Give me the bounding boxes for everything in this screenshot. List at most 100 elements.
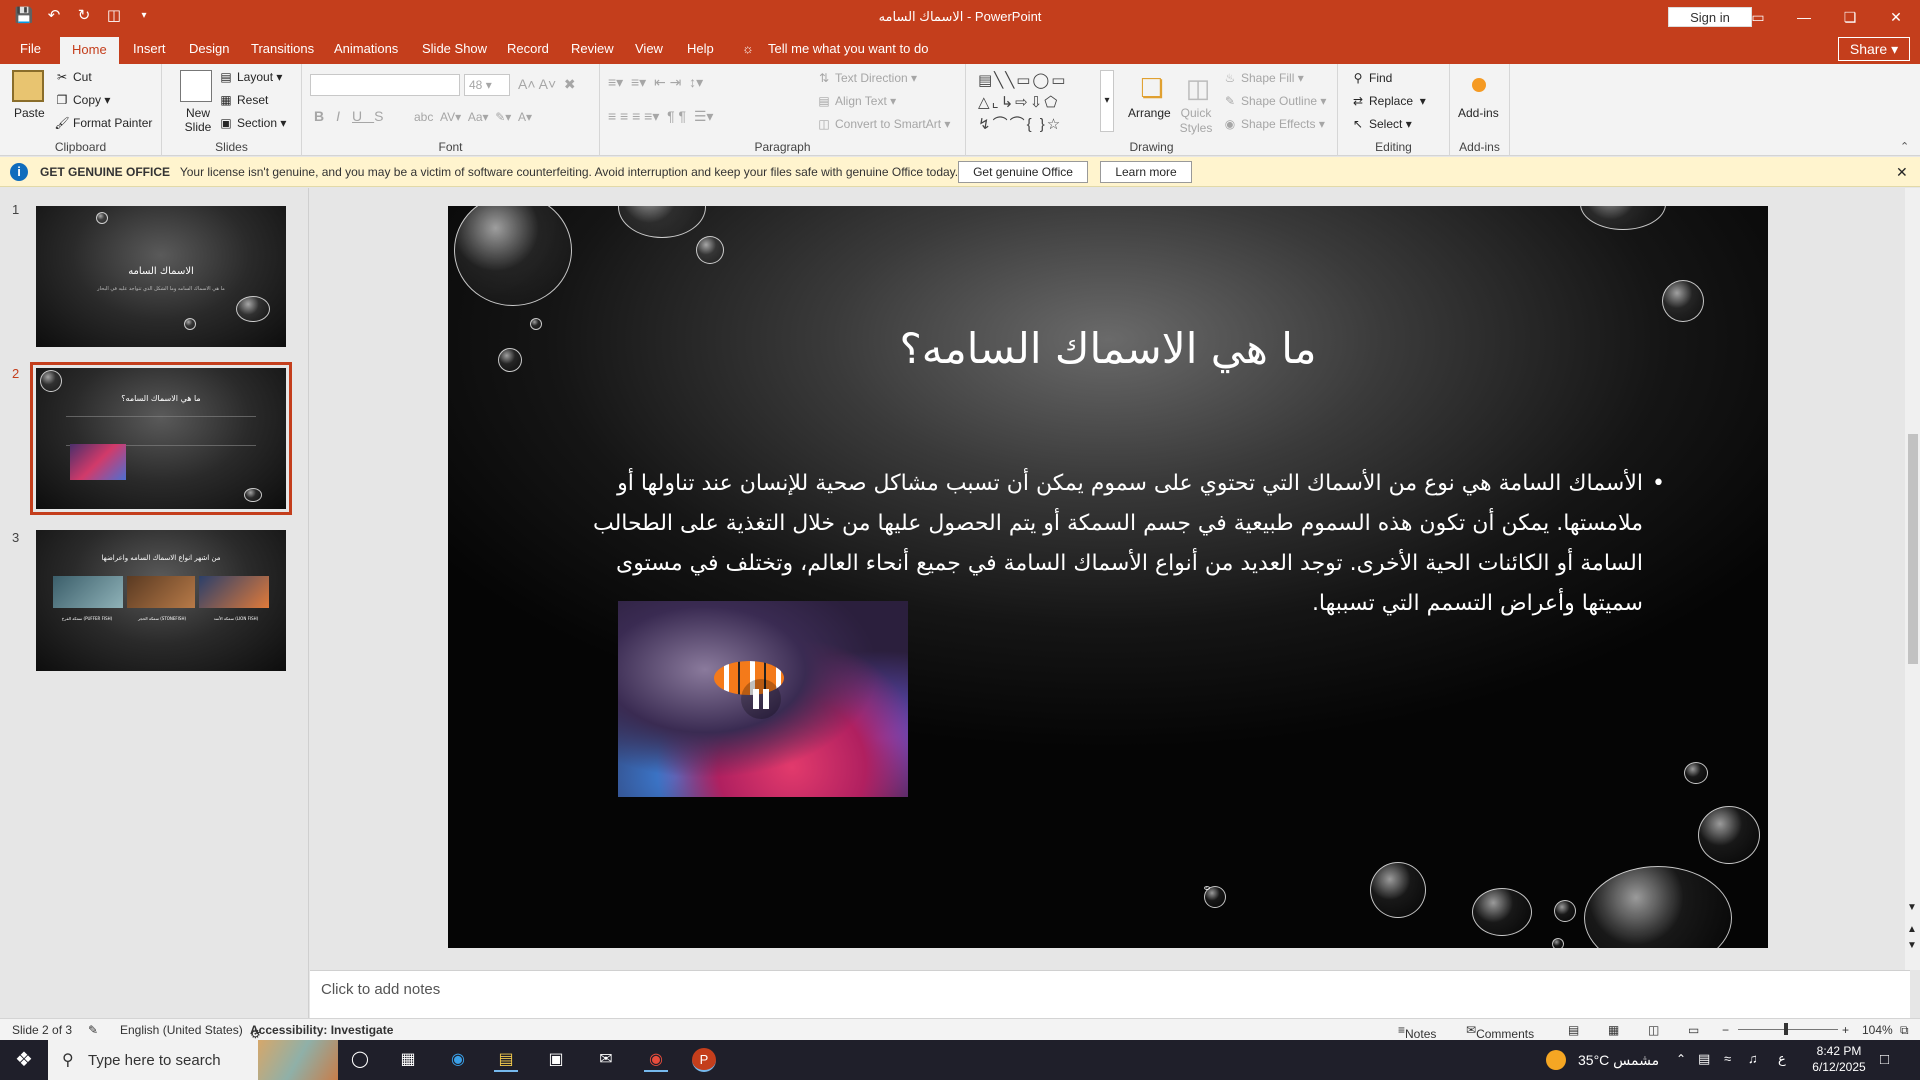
arrange-button[interactable]: Arrange (1128, 106, 1171, 120)
comments-toggle[interactable]: ✉ Comments (1466, 1023, 1534, 1041)
slide-thumbnail-2[interactable]: ما هي الاسماك السامه؟ (30, 362, 292, 515)
vertical-scrollbar[interactable]: ▼ ▲ ▼ (1905, 188, 1920, 970)
tab-design[interactable]: Design (189, 41, 229, 56)
task-view-icon[interactable]: ▦ (396, 1048, 420, 1072)
maximize-button[interactable]: ❏ (1830, 4, 1870, 30)
accessibility-status[interactable]: ⚙ Accessibility: Investigate (250, 1023, 393, 1041)
close-button[interactable]: ✕ (1876, 4, 1916, 30)
tab-view[interactable]: View (635, 41, 663, 56)
zoom-slider[interactable] (1738, 1029, 1838, 1030)
windows-start-icon[interactable]: ❖ (12, 1048, 36, 1072)
new-slide-icon[interactable] (180, 70, 212, 102)
cut-button[interactable]: ✂ Cut (54, 70, 92, 84)
taskbar-clock[interactable]: 8:42 PM 6/12/2025 (1804, 1043, 1874, 1075)
addins-button[interactable]: Add-ins (1458, 106, 1499, 120)
select-button[interactable]: ↖ Select ▾ (1350, 117, 1412, 131)
shapes-more-icon[interactable]: ▾ (1100, 70, 1114, 132)
tab-transitions[interactable]: Transitions (251, 41, 314, 56)
pause-icon[interactable] (741, 679, 781, 719)
next-slide-icon[interactable]: ▼ (1907, 940, 1917, 951)
tab-slide-show[interactable]: Slide Show (422, 41, 487, 56)
notification-center-icon[interactable]: □ (1880, 1051, 1889, 1068)
grow-font-icon[interactable]: A˄ A˅ ✖ (518, 76, 576, 93)
font-effects-icons[interactable]: abc AV▾ Aa▾ ✎▾ A▾ (414, 110, 532, 124)
learn-more-button[interactable]: Learn more (1100, 161, 1192, 183)
network-icon[interactable]: ▤ (1698, 1051, 1710, 1067)
slide-title[interactable]: ما هي الاسماك السامه؟ (448, 324, 1768, 373)
tell-me-search[interactable]: Tell me what you want to do (768, 41, 928, 56)
layout-button[interactable]: ▤ Layout ▾ (218, 70, 282, 84)
align-text-button[interactable]: ▤ Align Text ▾ (816, 94, 896, 108)
section-button[interactable]: ▣ Section ▾ (218, 116, 286, 130)
reset-button[interactable]: ▦ Reset (218, 93, 268, 107)
text-direction-button[interactable]: ⇅ Text Direction ▾ (816, 71, 917, 85)
shape-effects-button[interactable]: ◉ Shape Effects ▾ (1222, 117, 1325, 131)
weather-text[interactable]: 35°C مشمس (1578, 1052, 1659, 1069)
zoom-in-icon[interactable]: + (1842, 1023, 1849, 1037)
tab-help[interactable]: Help (687, 41, 714, 56)
format-painter-button[interactable]: 🖌 Format Painter (54, 116, 152, 130)
zoom-slider-thumb[interactable] (1784, 1023, 1788, 1035)
reading-view-icon[interactable]: ◫ (1648, 1023, 1659, 1037)
chrome-icon[interactable]: ◉ (644, 1048, 668, 1072)
ribbon-display-icon[interactable]: ▭ (1738, 4, 1778, 30)
notes-pane[interactable]: Click to add notes (310, 970, 1910, 1018)
language-indicator[interactable]: English (United States) (120, 1023, 243, 1037)
previous-slide-icon[interactable]: ▲ (1907, 924, 1917, 935)
copy-button[interactable]: ❐ Copy ▾ (54, 93, 111, 107)
quick-styles-icon[interactable]: ◫ (1182, 72, 1214, 104)
tray-chevron-icon[interactable]: ⌃ (1676, 1052, 1686, 1066)
fit-slide-icon[interactable]: ⧉ (1900, 1023, 1909, 1038)
zoom-level[interactable]: 104% (1862, 1023, 1893, 1037)
spelling-icon[interactable]: ✎ (88, 1023, 98, 1037)
font-format-icons[interactable]: BIUS (314, 108, 395, 124)
video-clownfish[interactable] (618, 601, 908, 797)
slide-canvas[interactable]: ما هي الاسماك السامه؟ • الأسماك السامة ه… (448, 206, 1768, 948)
tab-animations[interactable]: Animations (334, 41, 398, 56)
powerpoint-icon[interactable]: P (692, 1048, 716, 1072)
quick-styles-button[interactable]: Quick Styles (1174, 106, 1218, 136)
slideshow-view-icon[interactable]: ▭ (1688, 1023, 1699, 1037)
font-family-box[interactable] (310, 74, 460, 96)
slide-body-text[interactable]: • الأسماك السامة هي نوع من الأسماك التي … (558, 464, 1665, 624)
tab-home[interactable]: Home (60, 37, 119, 64)
align-icons[interactable]: ≡ ≡ ≡ ≡▾ ¶ ¶ ☰▾ (608, 108, 713, 125)
find-button[interactable]: ⚲ Find (1350, 71, 1393, 85)
mail-icon[interactable]: ✉ (594, 1048, 618, 1072)
volume-icon[interactable]: ♫ (1748, 1051, 1758, 1066)
font-size-box[interactable]: 48 ▾ (464, 74, 510, 96)
tab-insert[interactable]: Insert (133, 41, 166, 56)
share-button[interactable]: Share ▾ (1838, 37, 1910, 61)
normal-view-icon[interactable]: ▤ (1568, 1023, 1579, 1037)
slide-thumbnail-1[interactable]: الاسماك السامه ما هي الاسماك السامه وما … (36, 206, 286, 347)
input-language[interactable]: ع (1778, 1051, 1786, 1067)
wifi-icon[interactable]: ≈ (1724, 1051, 1731, 1066)
slide-sorter-icon[interactable]: ▦ (1608, 1023, 1619, 1037)
replace-button[interactable]: ⇄ Replace ▾ (1350, 94, 1426, 108)
scrollbar-thumb[interactable] (1908, 434, 1918, 664)
scroll-down-icon[interactable]: ▼ (1907, 902, 1917, 913)
tab-file[interactable]: File (20, 41, 41, 56)
get-genuine-office-button[interactable]: Get genuine Office (958, 161, 1088, 183)
edge-icon[interactable]: ◉ (446, 1048, 470, 1072)
file-explorer-icon[interactable]: ▤ (494, 1048, 518, 1072)
store-icon[interactable]: ▣ (544, 1048, 568, 1072)
collapse-ribbon-icon[interactable]: ⌃ (1900, 140, 1909, 153)
list-icons[interactable]: ≡▾ ≡▾ ⇤ ⇥ ↕▾ (608, 74, 703, 91)
new-slide-button[interactable]: New Slide (176, 106, 220, 134)
shapes-gallery[interactable]: ▤╲╲▭◯▭ △⌞↳⇨⇩⬠ ↯⌒⌒{ }☆ (978, 70, 1090, 133)
taskbar-search[interactable]: ⚲ Type here to search (48, 1040, 338, 1080)
tab-review[interactable]: Review (571, 41, 614, 56)
shape-outline-button[interactable]: ✎ Shape Outline ▾ (1222, 94, 1326, 108)
convert-smartart-button[interactable]: ◫ Convert to SmartArt ▾ (816, 117, 950, 131)
minimize-button[interactable]: — (1784, 4, 1824, 30)
arrange-icon[interactable]: ❏ (1136, 72, 1168, 104)
paste-icon[interactable] (12, 70, 44, 102)
cortana-icon[interactable]: ◯ (348, 1048, 372, 1072)
zoom-out-icon[interactable]: − (1722, 1023, 1729, 1037)
tab-record[interactable]: Record (507, 41, 549, 56)
shape-fill-button[interactable]: ♨ Shape Fill ▾ (1222, 71, 1304, 85)
slide-thumbnail-3[interactable]: من اشهر انواع الاسماك السامه واعراضها سم… (36, 530, 286, 671)
notes-toggle[interactable]: ≡ Notes (1398, 1023, 1436, 1041)
close-license-bar-icon[interactable]: ✕ (1896, 164, 1908, 181)
